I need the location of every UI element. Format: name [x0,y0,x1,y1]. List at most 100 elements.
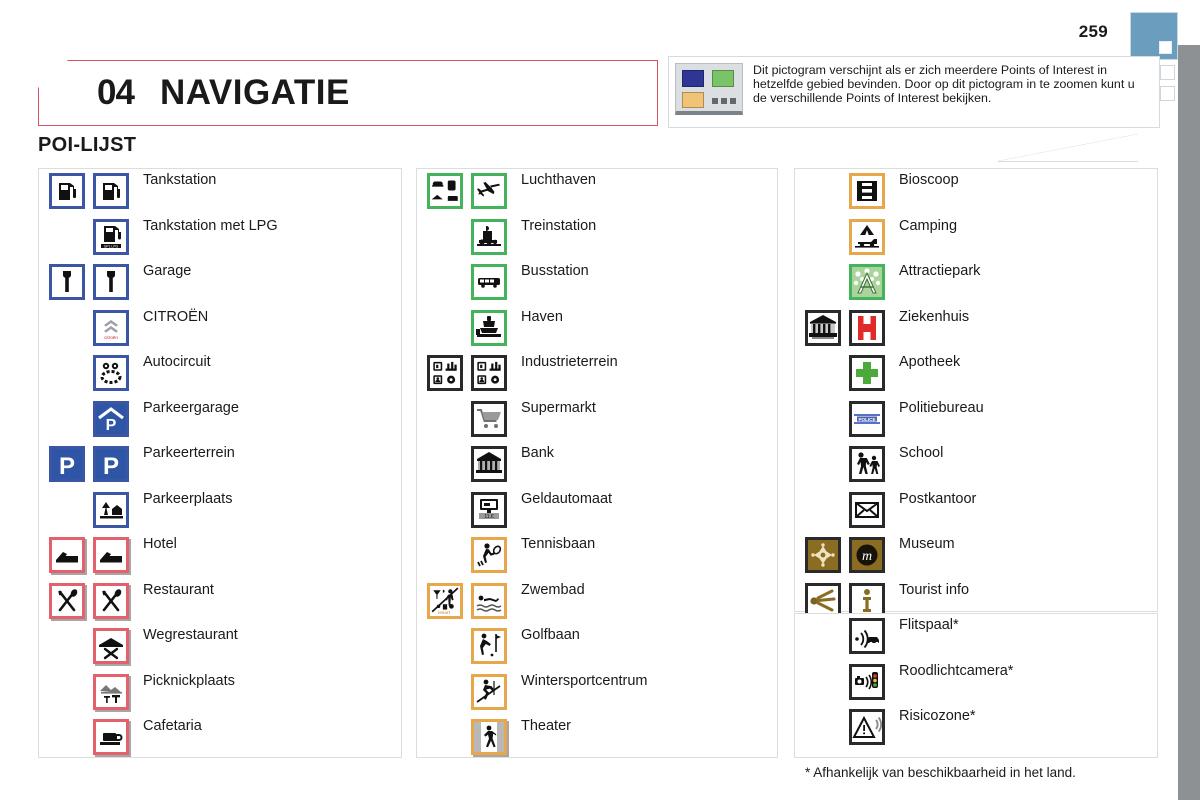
svg-text:P: P [103,453,119,479]
poi-column-2: Luchthaven Treinstation Busstation Haven Ind… [416,168,778,758]
side-rail [1178,45,1200,800]
poi-icon-slot-right [91,353,131,393]
poi-icon-slot-right [469,217,509,257]
poi-icon-slot-right [469,717,509,757]
poi-label: Luchthaven [521,172,596,188]
poi-icon-slot-left [47,171,87,211]
poi-icon-slot-right: citroën [91,308,131,348]
poi-icon-slot-right [91,717,131,757]
ornament-icon [805,537,841,573]
poi-row: resort Zwembad [417,579,777,625]
wrench-icon [93,264,129,300]
poi-row: Bank [417,442,777,488]
svg-text:11.€: 11.€ [484,514,494,520]
industrial-area-icon [471,355,507,391]
poi-label: Tennisbaan [521,536,596,552]
poi-label: Zwembad [521,581,585,598]
poi-label: Theater [521,718,571,734]
poi-row: Risicozone* [795,705,1157,751]
poi-label: CITROËN [143,308,209,325]
camping-icon [849,218,885,255]
poi-icon-slot-right: P [91,399,131,439]
atm-icon: 11.€ [471,491,507,528]
poi-icon-slot-left: P [47,444,87,484]
roadside-diner-icon [93,628,129,664]
leisure-mix-icon: resort [427,582,463,619]
poi-icon-slot-left [425,171,465,211]
poi-row: School [795,442,1157,488]
museum-m-icon: m [849,537,885,573]
poi-label: Bank [521,445,555,461]
poi-icon-slot-right [469,672,509,712]
monument-icon [805,309,841,346]
poi-row: Garage [39,260,401,306]
red-light-camera-icon [849,663,885,700]
theater-icon [471,719,507,755]
multi-poi-pictogram-icon [675,63,743,115]
poi-icon-slot-left: resort [425,581,465,621]
poi-label: Apotheek [899,354,961,370]
poi-icon-slot-left [425,353,465,393]
note-text: Dit pictogram verschijnt als er zich mee… [753,63,1135,105]
golf-icon [471,628,507,664]
poi-row: Supermarkt [417,397,777,443]
poi-icon-slot-right [847,308,887,348]
poi-icon-slot-right [847,616,887,656]
wrench-icon [49,264,85,300]
poi-icon-slot-right [91,262,131,302]
poi-label: Tourist info [899,581,970,598]
poi-row: Haven [417,306,777,352]
poi-row: Luchthaven [417,169,777,215]
poi-label: School [899,445,944,461]
parking-garage-icon: P [93,400,129,437]
poi-row: Roodlichtcamera* [795,660,1157,706]
poi-icon-slot-right: m [847,535,887,575]
poi-icon-slot-right [847,262,887,302]
police-icon: POLICE [849,400,885,437]
pharmacy-cross-icon [849,355,885,391]
poi-row: 11.€ Geldautomaat [417,488,777,534]
poi-icon-slot-left [803,535,843,575]
chapter-banner: 04 NAVIGATIE [38,60,658,126]
hospital-h-icon [849,309,885,346]
poi-row: Picknickplaats [39,670,401,716]
industrial-area-icon [427,355,463,391]
section-title: POI-LIJST [38,134,137,156]
poi-row: Wegrestaurant [39,624,401,670]
corner-tab-marker [1159,41,1172,54]
citroen-logo-icon: citroën [93,309,129,346]
poi-row: POLICE Politiebureau [795,397,1157,443]
poi-icon-slot-right [91,490,131,530]
transport-hub-icon [427,173,463,209]
coffee-cup-icon [93,719,129,755]
chapter-number: 04 [97,73,135,112]
chapter-title: NAVIGATIE [159,73,350,112]
poi-column-4: Flitspaal* Roodlichtcamera* Risicozone* [794,613,1158,758]
poi-row: Bioscoop [795,169,1157,215]
cutlery-icon [49,582,85,619]
poi-label: Tankstation met LPG [143,217,278,234]
poi-icon-slot-right [469,626,509,666]
svg-text:POLICE: POLICE [858,416,875,421]
footnote: * Afhankelijk van beschikbaarheid in het… [805,765,1076,780]
poi-label: Parkeerplaats [143,490,233,507]
film-reel-icon [849,173,885,209]
poi-icon-slot-right [847,171,887,211]
poi-label: Busstation [521,263,589,279]
poi-icon-slot-left [47,262,87,302]
poi-label: Wintersportcentrum [521,672,648,689]
poi-label: Ziekenhuis [899,308,970,325]
poi-label: Industrieterrein [521,354,618,370]
poi-row: Busstation [417,260,777,306]
poi-row: Industrieterrein [417,351,777,397]
note-box: Dit pictogram verschijnt als er zich mee… [668,56,1160,128]
poi-label: Haven [521,308,563,325]
poi-icon-slot-right [469,353,509,393]
poi-row: Restaurant [39,579,401,625]
poi-icon-slot-right [847,662,887,702]
poi-icon-slot-right [91,626,131,666]
airplane-icon [471,173,507,209]
poi-label: Autocircuit [143,354,211,370]
poi-label: Bioscoop [899,172,959,188]
poi-icon-slot-right [91,672,131,712]
